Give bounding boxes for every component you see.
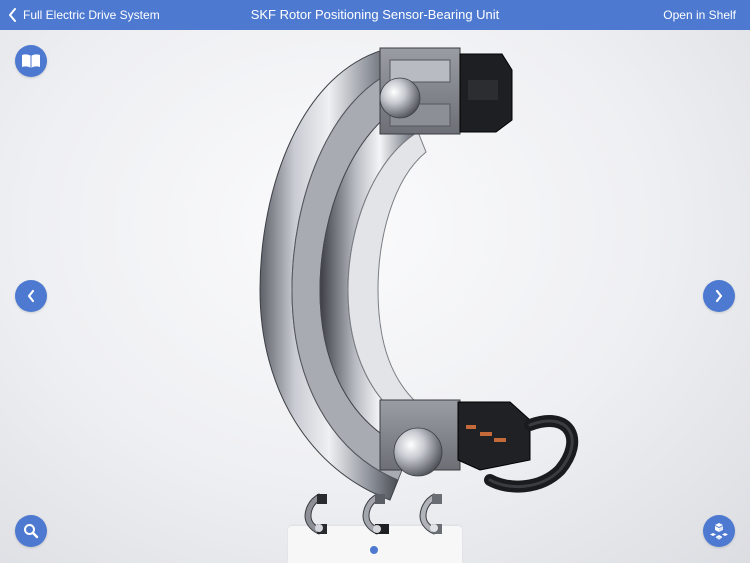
chevron-right-icon bbox=[715, 289, 723, 303]
book-icon bbox=[22, 54, 40, 68]
thumbnail-bearing-view-1[interactable] bbox=[301, 492, 331, 536]
back-button[interactable]: Full Electric Drive System bbox=[8, 0, 160, 30]
search-icon bbox=[24, 524, 39, 539]
bearing-thumbnail-image bbox=[419, 493, 442, 535]
book-button[interactable] bbox=[15, 45, 47, 77]
chevron-left-icon bbox=[27, 289, 35, 303]
explode-view-icon bbox=[710, 523, 728, 540]
explode-view-button[interactable] bbox=[703, 515, 735, 547]
bearing-thumbnail-image bbox=[362, 493, 389, 535]
bearing-3d-model[interactable] bbox=[240, 40, 600, 510]
top-bar: Full Electric Drive System SKF Rotor Pos… bbox=[0, 0, 750, 30]
sensor-bearing-cutaway-image bbox=[259, 47, 579, 501]
open-in-shelf-button[interactable]: Open in Shelf bbox=[663, 0, 736, 30]
page-indicator-dot bbox=[370, 546, 378, 554]
bearing-thumbnail-image bbox=[304, 493, 327, 535]
previous-button[interactable] bbox=[15, 280, 47, 312]
search-button[interactable] bbox=[15, 515, 47, 547]
next-button[interactable] bbox=[703, 280, 735, 312]
thumbnail-bearing-view-3[interactable] bbox=[418, 492, 448, 536]
back-button-label: Full Electric Drive System bbox=[23, 8, 160, 22]
chevron-left-icon bbox=[9, 8, 16, 22]
thumbnail-bearing-view-2[interactable] bbox=[361, 492, 391, 536]
